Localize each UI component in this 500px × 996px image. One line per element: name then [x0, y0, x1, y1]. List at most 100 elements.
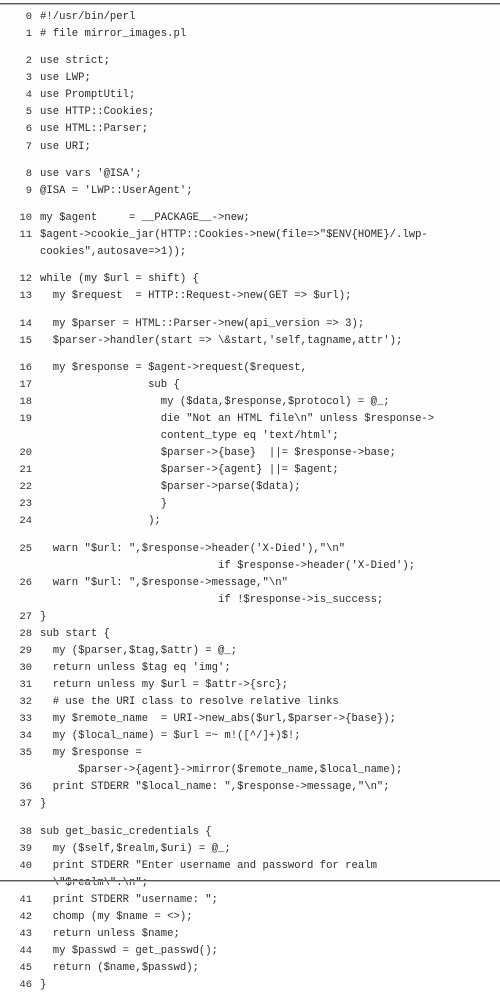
- code-line-number: 36: [19, 781, 32, 794]
- code-line-number: 15: [19, 334, 32, 347]
- code-line-text: use PromptUtil;: [40, 89, 136, 102]
- code-line-text: \"$realm\".\n";: [40, 876, 149, 889]
- code-line-text: # file mirror_images.pl: [40, 28, 187, 41]
- code-line-number: 41: [19, 893, 32, 906]
- code-line-text: my $agent = __PACKAGE__->new;: [40, 212, 250, 225]
- code-line-number: 7: [25, 140, 32, 153]
- code-line: if $response->header('X-Died');: [0, 560, 500, 577]
- code-line-text: return unless my $url = $attr->{src};: [40, 678, 288, 691]
- code-line-text: my $request = HTTP::Request->new(GET => …: [40, 290, 352, 303]
- code-line-text: die "Not an HTML file\n" unless $respons…: [40, 413, 435, 426]
- code-line-text: my $response =: [40, 747, 142, 760]
- code-line: 18 my ($data,$response,$protocol) = @_;: [0, 396, 500, 413]
- code-line-text: }: [40, 498, 168, 511]
- code-line: $parser->{agent}->mirror($remote_name,$l…: [0, 764, 500, 781]
- code-line-text: sub start {: [40, 627, 110, 640]
- code-line-number: 33: [19, 713, 32, 726]
- code-line: 7 use URI;: [0, 141, 500, 158]
- code-line: 26 warn "$url: ",$response->message,"\n": [0, 577, 500, 594]
- code-line-text: my $passwd = get_passwd();: [40, 944, 219, 957]
- code-line: 43 return unless $name;: [0, 928, 500, 945]
- code-line: 36 print STDERR "$local_name: ",$respons…: [0, 781, 500, 798]
- code-line: 40 print STDERR "Enter username and pass…: [0, 860, 500, 877]
- code-line-text: content_type eq 'text/html';: [40, 430, 339, 443]
- code-line-text: $parser->{agent} ||= $agent;: [40, 464, 339, 477]
- code-line-text: print STDERR "Enter username and passwor…: [40, 859, 377, 872]
- code-line-number: 28: [19, 627, 32, 640]
- code-line-number: 19: [19, 413, 32, 426]
- code-line-number: 25: [19, 542, 32, 555]
- code-line: 34 my ($local_name) = $url =~ m!([^/]+)$…: [0, 730, 500, 747]
- code-line: 22 $parser->parse($data);: [0, 481, 500, 498]
- code-line: 42 chomp (my $name = <>);: [0, 911, 500, 928]
- code-line: 24 );: [0, 515, 500, 532]
- code-line: 2 use strict;: [0, 55, 500, 72]
- code-line: 44 my $passwd = get_passwd();: [0, 945, 500, 962]
- code-line-text: my $parser = HTML::Parser->new(api_versi…: [40, 317, 365, 330]
- code-line: 9 @ISA = 'LWP::UserAgent';: [0, 185, 500, 202]
- code-line-number: 27: [19, 610, 32, 623]
- code-line-number: 16: [19, 361, 32, 374]
- code-line-number: 2: [25, 55, 32, 68]
- code-line: 14 my $parser = HTML::Parser->new(api_ve…: [0, 318, 500, 335]
- listing-top-rule: [0, 3, 500, 5]
- code-line: 25 warn "$url: ",$response->header('X-Di…: [0, 543, 500, 560]
- code-line-text: my ($local_name) = $url =~ m!([^/]+)$!;: [40, 730, 301, 743]
- code-line-text: my ($self,$realm,$uri) = @_;: [40, 842, 231, 855]
- code-line: 10 my $agent = __PACKAGE__->new;: [0, 212, 500, 229]
- code-line-number: 1: [25, 28, 32, 41]
- code-line: 33 my $remote_name = URI->new_abs($url,$…: [0, 713, 500, 730]
- code-line-number: 32: [19, 696, 32, 708]
- code-line: 11 $agent->cookie_jar(HTTP::Cookies->new(…: [0, 229, 500, 246]
- code-line: 27}: [0, 611, 500, 628]
- code-line-text: # use the URI class to resolve relative …: [40, 696, 339, 708]
- code-line-number: 20: [19, 447, 32, 460]
- code-line-text: print STDERR "username: ";: [40, 893, 219, 906]
- code-line-number: 38: [19, 825, 32, 838]
- code-line-text: $parser->parse($data);: [40, 481, 301, 494]
- code-line-text: return ($name,$passwd);: [40, 961, 199, 974]
- code-line-number: 44: [19, 944, 32, 957]
- code-line: 39 my ($self,$realm,$uri) = @_;: [0, 843, 500, 860]
- code-line-number: 39: [19, 842, 32, 855]
- code-line: 19 die "Not an HTML file\n" unless $resp…: [0, 413, 500, 430]
- code-line-text: sub get_basic_credentials {: [40, 825, 212, 838]
- code-line-text: @ISA = 'LWP::UserAgent';: [40, 184, 193, 197]
- code-line: if !$response->is_success;: [0, 594, 500, 611]
- code-line-text: chomp (my $name = <>);: [40, 910, 193, 923]
- code-line-number: 18: [19, 396, 32, 409]
- code-line-number: 29: [19, 644, 32, 657]
- code-line-text: return unless $tag eq 'img';: [40, 661, 231, 674]
- code-line-number: 43: [19, 927, 32, 940]
- code-line-number: 37: [19, 798, 32, 811]
- code-line-number: 17: [19, 378, 32, 391]
- code-line-text: my $remote_name = URI->new_abs($url,$par…: [40, 713, 397, 726]
- code-line-number: 30: [19, 661, 32, 674]
- code-line: 37}: [0, 798, 500, 815]
- code-line-number: 34: [19, 730, 32, 743]
- code-line: 28 sub start {: [0, 628, 500, 645]
- code-line-text: #!/usr/bin/perl: [40, 11, 136, 23]
- code-line-text: warn "$url: ",$response->header('X-Died'…: [40, 542, 346, 555]
- code-line-text: use vars '@ISA';: [40, 167, 142, 180]
- code-line: 46}: [0, 979, 500, 996]
- code-line-number: 11: [19, 229, 32, 242]
- code-line-text: $parser->{base} ||= $response->base;: [40, 447, 397, 460]
- code-line: 41 print STDERR "username: ";: [0, 894, 500, 911]
- code-line-text: my ($data,$response,$protocol) = @_;: [40, 396, 390, 409]
- code-line-text: use URI;: [40, 140, 91, 153]
- code-line-number: 5: [25, 106, 32, 119]
- code-line-text: if !$response->is_success;: [40, 593, 384, 606]
- code-line: 12 while (my $url = shift) {: [0, 273, 500, 290]
- code-line-text: $parser->{agent}->mirror($remote_name,$l…: [40, 764, 403, 777]
- code-line-number: 35: [19, 747, 32, 760]
- code-line-number: 42: [19, 910, 32, 923]
- code-line-number: 13: [19, 290, 32, 303]
- code-line: cookies",autosave=>1));: [0, 246, 500, 263]
- code-line-text: warn "$url: ",$response->message,"\n": [40, 576, 288, 589]
